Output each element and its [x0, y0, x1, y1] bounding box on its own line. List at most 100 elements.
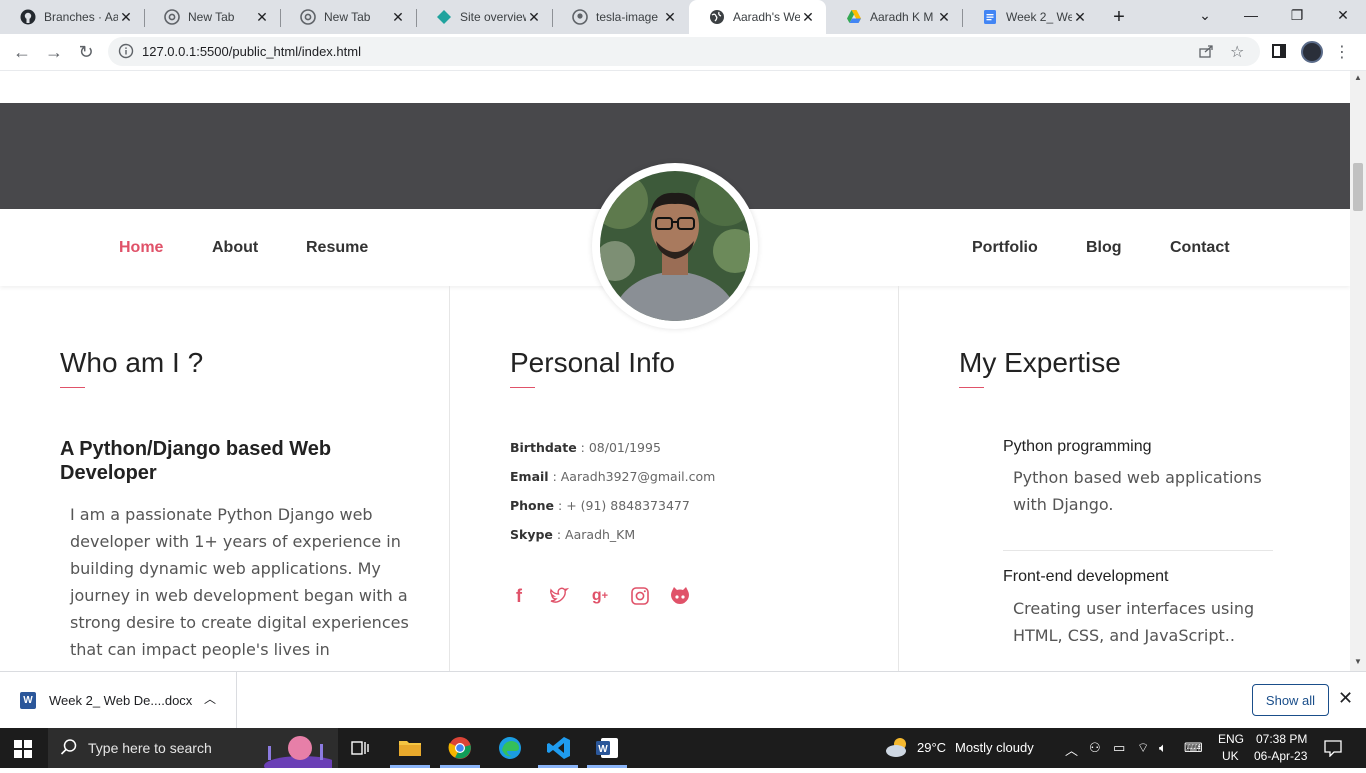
- word-doc-icon: W: [20, 692, 36, 709]
- expertise-divider: [1003, 550, 1273, 551]
- new-tab-button[interactable]: +: [1107, 6, 1131, 28]
- wifi-icon[interactable]: ⌔: [1137, 740, 1149, 756]
- profile-avatar[interactable]: [1301, 41, 1323, 63]
- column-divider: [898, 286, 899, 671]
- nav-about[interactable]: About: [212, 239, 258, 257]
- forward-button[interactable]: →: [40, 38, 68, 66]
- close-icon[interactable]: ✕: [662, 9, 678, 25]
- expertise-item-title: Python programming: [1003, 438, 1152, 455]
- nav-contact[interactable]: Contact: [1170, 239, 1230, 257]
- chevron-up-icon[interactable]: ︿: [1065, 740, 1078, 759]
- title-underline: [510, 387, 535, 388]
- about-line: journey in web development began with a: [70, 586, 408, 605]
- url-text[interactable]: 127.0.0.1:5500/public_html/index.html: [142, 44, 361, 59]
- weather-temp[interactable]: 29°C: [917, 740, 946, 755]
- meet-now-icon[interactable]: ⚇: [1089, 740, 1101, 756]
- taskbar-search[interactable]: Type here to search: [48, 728, 340, 773]
- file-explorer-icon[interactable]: [396, 734, 424, 762]
- reload-button[interactable]: ↻: [72, 38, 100, 66]
- close-icon[interactable]: ✕: [254, 9, 270, 25]
- info-label: Phone: [510, 498, 555, 513]
- vscode-icon[interactable]: [545, 734, 573, 762]
- battery-icon[interactable]: ▭: [1113, 740, 1125, 756]
- show-all-button[interactable]: Show all: [1252, 684, 1329, 716]
- google-plus-icon[interactable]: g +: [589, 585, 611, 607]
- edge-icon[interactable]: [496, 734, 524, 762]
- browser-tab[interactable]: New Tab ✕: [144, 0, 280, 34]
- browser-tab[interactable]: Aaradh K M - ✕: [826, 0, 962, 34]
- about-line: that can impact people's lives in: [70, 640, 330, 659]
- google-docs-icon: [982, 9, 998, 25]
- browser-tab[interactable]: New Tab ✕: [280, 0, 416, 34]
- expertise-title: My Expertise: [959, 347, 1121, 378]
- close-icon[interactable]: ✕: [936, 9, 952, 25]
- back-button[interactable]: ←: [8, 38, 36, 66]
- close-icon[interactable]: ✕: [800, 9, 816, 25]
- github-icon[interactable]: [669, 585, 691, 607]
- task-view-icon[interactable]: [346, 734, 374, 762]
- chevron-down-icon: ⌄: [1199, 6, 1211, 23]
- instagram-icon[interactable]: [629, 585, 651, 607]
- address-bar[interactable]: 127.0.0.1:5500/public_html/index.html ☆: [108, 37, 1260, 66]
- browser-tab-active[interactable]: Aaradh's Web ✕: [689, 0, 826, 34]
- scroll-up-icon[interactable]: ▲: [1354, 73, 1362, 82]
- netlify-icon: [436, 9, 452, 25]
- info-label: Birthdate: [510, 440, 577, 455]
- browser-tab[interactable]: Week 2_ Web ✕: [962, 0, 1098, 34]
- expertise-desc-line: with Django.: [1013, 495, 1114, 514]
- twitter-icon[interactable]: [548, 585, 570, 607]
- language-top[interactable]: ENG: [1218, 732, 1244, 746]
- page-scrollbar[interactable]: ▲ ▼: [1350, 71, 1366, 671]
- nav-home[interactable]: Home: [119, 239, 163, 257]
- browser-tab[interactable]: tesla-image ✕: [552, 0, 688, 34]
- arrow-left-icon: ←: [13, 41, 31, 62]
- reload-icon: ↻: [78, 41, 94, 62]
- close-icon[interactable]: ✕: [1338, 688, 1353, 709]
- word-icon[interactable]: W: [593, 734, 621, 762]
- browser-toolbar: ← → ↻ 127.0.0.1:5500/public_html/index.h…: [0, 34, 1366, 70]
- tab-title: Branches · Aa: [44, 10, 118, 24]
- weather-cloud-icon[interactable]: [884, 736, 910, 763]
- tab-title: Site overview: [460, 10, 526, 24]
- nav-blog[interactable]: Blog: [1086, 239, 1122, 257]
- notification-icon[interactable]: [1324, 739, 1342, 762]
- weather-desc[interactable]: Mostly cloudy: [955, 740, 1034, 755]
- side-panel-icon[interactable]: [1272, 44, 1286, 58]
- windows-start-icon[interactable]: [14, 740, 32, 758]
- scroll-thumb[interactable]: [1353, 163, 1363, 211]
- close-icon[interactable]: ✕: [526, 9, 542, 25]
- tab-title: Aaradh K M -: [870, 10, 936, 24]
- info-icon[interactable]: [118, 43, 134, 59]
- browser-tab[interactable]: Branches · Aa ✕: [0, 0, 144, 34]
- close-icon[interactable]: ✕: [118, 9, 134, 25]
- chevron-up-icon[interactable]: ︿: [204, 690, 216, 707]
- browser-tab[interactable]: Site overview ✕: [416, 0, 552, 34]
- expertise-desc-line: Python based web applications: [1013, 468, 1262, 487]
- clock-time[interactable]: 07:38 PM: [1256, 732, 1307, 746]
- scroll-down-icon[interactable]: ▼: [1354, 657, 1362, 666]
- share-icon[interactable]: [1198, 43, 1214, 59]
- expertise-desc-line: Creating user interfaces using: [1013, 599, 1255, 618]
- close-icon[interactable]: ✕: [390, 9, 406, 25]
- restore-button[interactable]: ❐: [1274, 0, 1320, 30]
- nav-portfolio[interactable]: Portfolio: [972, 239, 1038, 257]
- close-window-button[interactable]: ✕: [1320, 0, 1366, 30]
- info-value: : Aaradh_KM: [556, 527, 636, 542]
- nav-resume[interactable]: Resume: [306, 239, 368, 257]
- facebook-icon[interactable]: f: [508, 585, 530, 607]
- expertise-item-title: Front-end development: [1003, 568, 1169, 585]
- volume-muted-icon[interactable]: 🔈︎: [1159, 740, 1167, 756]
- download-filename[interactable]: Week 2_ Web De....docx: [49, 693, 192, 708]
- more-menu-icon[interactable]: ⋮: [1334, 42, 1350, 62]
- chrome-icon[interactable]: [446, 734, 474, 762]
- clock-date[interactable]: 06-Apr-23: [1254, 749, 1307, 763]
- minimize-button[interactable]: —: [1228, 0, 1274, 30]
- download-item[interactable]: W Week 2_ Web De....docx ︿: [0, 672, 237, 728]
- info-label: Email: [510, 469, 549, 484]
- language-bottom[interactable]: UK: [1222, 749, 1239, 763]
- close-icon[interactable]: ✕: [1072, 9, 1088, 25]
- expertise-item-desc: Python based web applications with Djang…: [1013, 464, 1263, 518]
- bookmark-star-icon[interactable]: ☆: [1230, 42, 1244, 62]
- keyboard-icon[interactable]: ⌨: [1184, 740, 1203, 756]
- tab-search-button[interactable]: ⌄: [1182, 0, 1228, 30]
